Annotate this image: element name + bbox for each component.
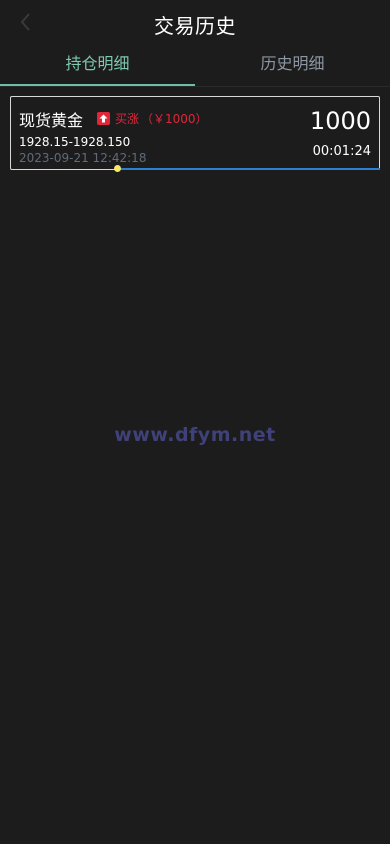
direction-label: 买涨 (115, 112, 140, 126)
watermark: www.dfym.net (114, 424, 276, 446)
order-amount: 1000 (309, 107, 371, 135)
countdown-timer: 00:01:24 (312, 144, 371, 159)
page-title: 交易历史 (154, 14, 236, 38)
product-name: 现货黄金 (19, 111, 84, 130)
tab-divider (0, 86, 390, 87)
tab-history[interactable]: 历史明细 (195, 46, 390, 86)
trade-history-screen: 交易历史 持仓明细 历史明细 现货黄金 买涨 （￥1000） 1928.15-1… (0, 0, 390, 844)
progress-fill (117, 168, 380, 170)
countdown-progress (10, 165, 380, 172)
position-card[interactable]: 现货黄金 买涨 （￥1000） 1928.15-1928.150 2023-09… (10, 96, 380, 170)
progress-knob (114, 165, 121, 172)
arrow-up-icon (97, 112, 110, 125)
price-range: 1928.15-1928.150 (19, 135, 131, 149)
direction-amount: （￥1000） (141, 112, 208, 126)
direction-badge: 买涨 （￥1000） (97, 110, 208, 127)
tab-bar: 持仓明细 历史明细 (0, 46, 390, 86)
header: 交易历史 (0, 0, 390, 46)
tab-holdings[interactable]: 持仓明细 (0, 46, 195, 86)
order-time: 2023-09-21 12:42:18 (19, 151, 147, 165)
